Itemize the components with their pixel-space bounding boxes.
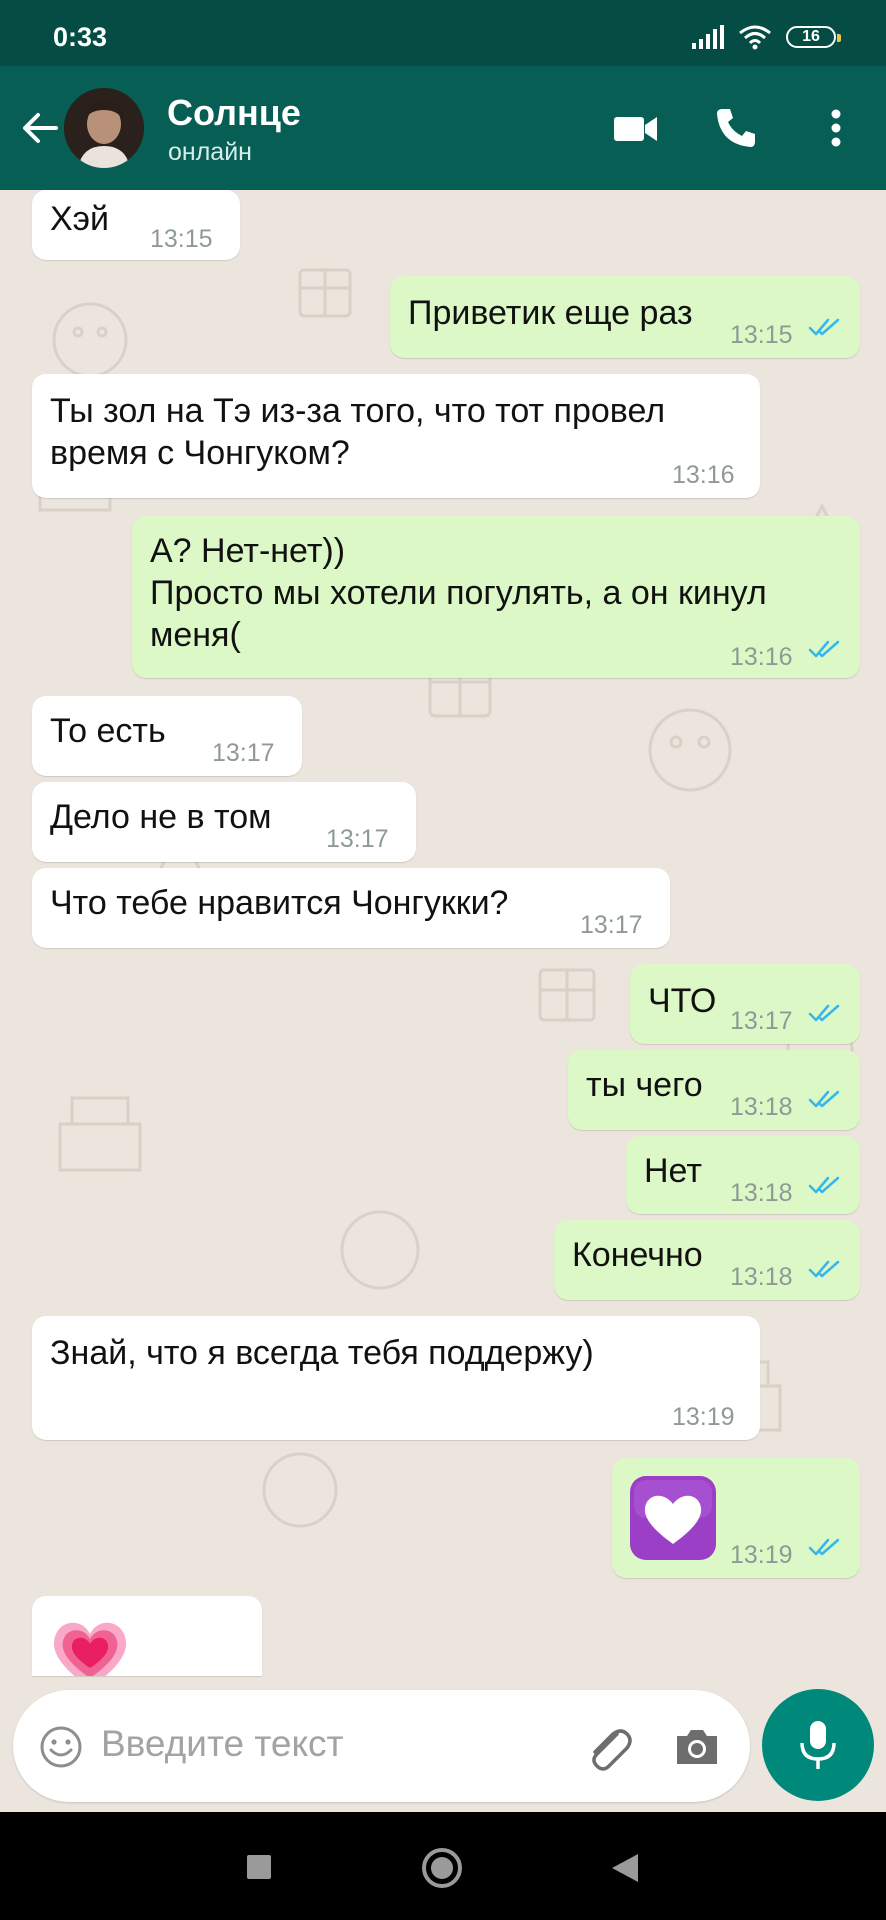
double-check-read-icon: [808, 1538, 840, 1556]
message-text: ты чего: [586, 1066, 703, 1104]
message-outgoing[interactable]: Нет 13:18: [626, 1136, 860, 1214]
growing-heart-emoji: [53, 1622, 127, 1676]
message-incoming[interactable]: Дело не в том 13:17: [32, 782, 416, 862]
message-time: 13:16: [672, 461, 735, 489]
message-outgoing[interactable]: ЧТО 13:17: [630, 964, 860, 1044]
message-input[interactable]: Введите текст: [101, 1723, 344, 1765]
message-time: 13:17: [730, 1007, 793, 1035]
status-icons: 16: [692, 24, 841, 50]
message-text: Хэй: [50, 200, 110, 238]
message-text: ЧТО: [648, 982, 717, 1020]
more-options-icon[interactable]: [812, 104, 860, 152]
message-outgoing[interactable]: 13:19: [612, 1458, 860, 1578]
message-outgoing[interactable]: Конечно 13:18: [554, 1220, 860, 1300]
message-time: 13:15: [150, 225, 213, 253]
status-time: 0:33: [53, 22, 108, 52]
message-text: Что тебе нравится Чонгукки?: [50, 884, 509, 922]
message-text: Приветик еще раз: [408, 294, 693, 332]
attachment-icon[interactable]: [583, 1722, 633, 1772]
message-time: 13:19: [730, 1541, 793, 1569]
message-time: 13:18: [730, 1263, 793, 1291]
system-navigation-bar: [0, 1812, 886, 1920]
message-composer[interactable]: Введите текст: [13, 1690, 750, 1802]
back-nav-icon[interactable]: [610, 1852, 640, 1884]
message-time: 13:17: [326, 825, 389, 853]
double-check-read-icon: [808, 1090, 840, 1108]
double-check-read-icon: [808, 318, 840, 336]
battery-icon: 16: [786, 26, 841, 48]
message-text: Конечно: [572, 1236, 703, 1274]
recent-apps-icon[interactable]: [246, 1854, 272, 1880]
white-heart-emoji: [630, 1476, 716, 1560]
message-time: 13:16: [730, 643, 793, 671]
contact-name[interactable]: Солнце: [167, 92, 301, 134]
message-time: 13:18: [730, 1179, 793, 1207]
message-outgoing[interactable]: А? Нет-нет)) Просто мы хотели погулять, …: [132, 516, 860, 678]
message-time: 13:18: [730, 1093, 793, 1121]
camera-icon[interactable]: [673, 1724, 721, 1768]
message-outgoing[interactable]: ты чего 13:18: [568, 1050, 860, 1130]
message-incoming[interactable]: [32, 1596, 262, 1676]
battery-level: 16: [802, 28, 820, 45]
message-outgoing[interactable]: Приветик еще раз 13:15: [390, 276, 860, 358]
message-incoming[interactable]: То есть 13:17: [32, 696, 302, 776]
message-text: А? Нет-нет)) Просто мы хотели погулять, …: [150, 532, 767, 654]
message-incoming[interactable]: Ты зол на Тэ из-за того, что тот провел …: [32, 374, 760, 498]
wifi-icon: [739, 25, 771, 50]
back-arrow-icon[interactable]: [18, 106, 62, 150]
message-time: 13:17: [580, 911, 643, 939]
voice-message-button[interactable]: [762, 1689, 874, 1801]
message-time: 13:17: [212, 739, 275, 767]
message-text: Ты зол на Тэ из-за того, что тот провел …: [50, 392, 666, 472]
message-time: 13:15: [730, 321, 793, 349]
message-text: Дело не в том: [50, 798, 272, 836]
double-check-read-icon: [808, 1260, 840, 1278]
message-text: То есть: [50, 712, 166, 750]
voice-call-icon[interactable]: [712, 104, 760, 152]
double-check-read-icon: [808, 640, 840, 658]
message-time: 13:19: [672, 1403, 735, 1431]
chat-header: Солнце онлайн: [0, 66, 886, 190]
status-bar: 0:33 16: [0, 0, 886, 66]
video-call-icon[interactable]: [612, 104, 660, 152]
emoji-icon[interactable]: [39, 1725, 83, 1769]
message-text: Знай, что я всегда тебя поддержу): [50, 1334, 594, 1372]
message-incoming[interactable]: Что тебе нравится Чонгукки? 13:17: [32, 868, 670, 948]
contact-status: онлайн: [168, 138, 252, 166]
message-incoming[interactable]: Хэй 13:15: [32, 190, 240, 260]
signal-icon: [692, 25, 724, 49]
avatar-portrait: [64, 88, 144, 168]
double-check-read-icon: [808, 1176, 840, 1194]
home-icon[interactable]: [420, 1846, 464, 1890]
message-incoming[interactable]: Знай, что я всегда тебя поддержу) 13:19: [32, 1316, 760, 1440]
contact-avatar[interactable]: [64, 88, 144, 168]
double-check-read-icon: [808, 1004, 840, 1022]
message-text: Нет: [644, 1152, 702, 1190]
microphone-icon: [800, 1721, 836, 1769]
